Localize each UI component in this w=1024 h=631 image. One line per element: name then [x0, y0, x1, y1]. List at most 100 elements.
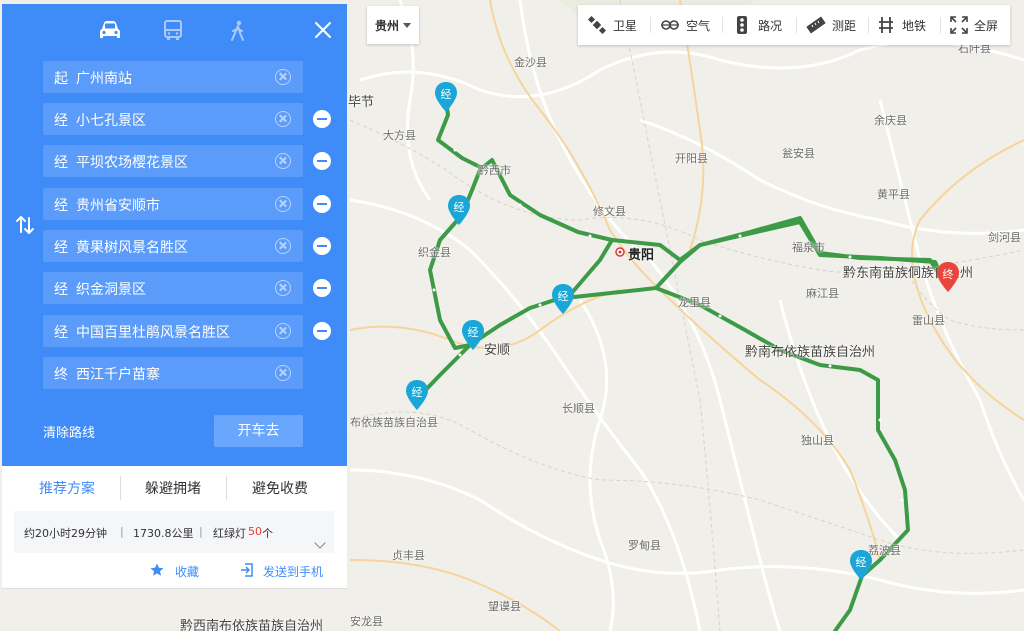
map-label: 黄平县 — [877, 188, 910, 201]
tab-avoid-congestion[interactable]: 躲避拥堵 — [145, 478, 201, 498]
route-options: 推荐方案 躲避拥堵 避免收费 约20小时29分钟 | 1730.8公里 | 红绿… — [2, 466, 347, 589]
remove-waypoint-button[interactable] — [313, 279, 331, 297]
traffic-light-icon — [737, 16, 747, 34]
via-marker[interactable]: 经 — [447, 195, 471, 227]
waypoint-start-field[interactable]: 起 广州南站 — [43, 61, 303, 93]
tab-avoid-tolls[interactable]: 避免收费 — [252, 478, 308, 498]
map-label: 罗甸县 — [628, 539, 661, 552]
air-icon — [661, 20, 679, 30]
route-panel: 起 广州南站 经 小七孔景区 经 平坝农场樱花景区 经 贵州省安顺市 经 黄果树… — [2, 4, 347, 466]
map-label: 瓮安县 — [782, 147, 815, 160]
map-label: 黔西南布依族苗族自治州 — [180, 619, 324, 631]
divider — [940, 17, 941, 33]
via-marker[interactable]: 经 — [849, 550, 873, 582]
waypoint-name: 广州南站 — [76, 71, 132, 87]
clear-icon[interactable] — [275, 238, 291, 254]
swap-icon — [16, 216, 34, 234]
waypoint-via-field[interactable]: 经 平坝农场樱花景区 — [43, 145, 303, 177]
capital-label: 贵阳 — [628, 248, 655, 263]
mode-bus[interactable] — [162, 20, 190, 46]
chevron-down-icon[interactable] — [314, 537, 326, 549]
waypoint-via-field[interactable]: 经 贵州省安顺市 — [43, 188, 303, 220]
clear-icon[interactable] — [275, 153, 291, 169]
traffic-lights-unit: 个 — [262, 527, 273, 540]
satellite-button[interactable]: 卫星 — [588, 5, 646, 45]
send-to-phone-label: 发送到手机 — [263, 565, 324, 579]
fullscreen-icon — [950, 16, 968, 34]
remove-waypoint-button[interactable] — [313, 152, 331, 170]
end-marker[interactable]: 终 — [936, 262, 960, 294]
measure-button[interactable]: 测距 — [806, 5, 864, 45]
divider — [120, 476, 121, 500]
route-summary[interactable]: 约20小时29分钟 | 1730.8公里 | 红绿灯 50 个 — [14, 511, 334, 553]
waypoint-via-field[interactable]: 经 小七孔景区 — [43, 103, 303, 135]
clear-icon[interactable] — [275, 69, 291, 85]
map-label: 雷山县 — [912, 314, 945, 327]
waypoint-name: 平坝农场樱花景区 — [76, 155, 188, 171]
remove-waypoint-button[interactable] — [313, 195, 331, 213]
divider — [796, 17, 797, 33]
clear-route-link[interactable]: 清除路线 — [43, 422, 95, 441]
mode-car[interactable] — [98, 20, 126, 46]
map-label: 余庆县 — [874, 114, 907, 127]
map-label: 布依族苗族自治县 — [350, 416, 438, 429]
divider — [868, 17, 869, 33]
bus-icon — [164, 20, 182, 40]
close-button[interactable] — [313, 20, 333, 40]
mode-walk[interactable] — [229, 20, 257, 46]
remove-waypoint-button[interactable] — [313, 322, 331, 340]
via-marker[interactable]: 经 — [405, 380, 429, 412]
clear-icon[interactable] — [275, 365, 291, 381]
air-quality-button[interactable]: 空气 — [660, 5, 718, 45]
separator: | — [199, 525, 203, 538]
clear-icon[interactable] — [275, 111, 291, 127]
clear-icon[interactable] — [275, 323, 291, 339]
city-selector[interactable]: 贵州 — [367, 6, 419, 44]
traffic-lights-label: 红绿灯 — [213, 527, 246, 540]
clear-icon[interactable] — [275, 280, 291, 296]
tool-label: 空气 — [686, 19, 711, 33]
send-to-phone-icon — [241, 563, 253, 577]
waypoint-via-field[interactable]: 经 中国百里杜鹃风景名胜区 — [43, 315, 303, 347]
map-label: 黔南布依族苗族自治州 — [745, 345, 876, 360]
marker-label: 经 — [440, 88, 452, 101]
start-driving-button[interactable]: 开车去 — [214, 415, 303, 447]
map-label: 安龙县 — [350, 615, 383, 628]
traffic-lights-count: 50 — [248, 525, 262, 538]
tab-recommended[interactable]: 推荐方案 — [39, 478, 95, 498]
map-toolbar: 卫星 空气 路况 测距 地铁 全屏 — [578, 5, 1010, 45]
via-marker[interactable]: 经 — [434, 82, 458, 114]
subway-icon — [879, 17, 893, 33]
map-label: 安顺 — [484, 343, 511, 358]
marker-label: 终 — [942, 268, 954, 281]
via-marker[interactable]: 经 — [551, 284, 575, 316]
fullscreen-button[interactable]: 全屏 — [950, 5, 1006, 45]
traffic-button[interactable]: 路况 — [734, 5, 792, 45]
waypoint-tag: 经 — [54, 155, 68, 171]
waypoint-name: 织金洞景区 — [76, 282, 146, 298]
separator: | — [120, 525, 124, 538]
map-label: 开阳县 — [675, 152, 708, 165]
waypoint-via-field[interactable]: 经 织金洞景区 — [43, 272, 303, 304]
remove-waypoint-button[interactable] — [313, 237, 331, 255]
marker-label: 经 — [855, 556, 867, 569]
waypoint-end-field[interactable]: 终 西江千户苗寨 — [43, 357, 303, 389]
divider — [226, 476, 227, 500]
clear-icon[interactable] — [275, 196, 291, 212]
subway-button[interactable]: 地铁 — [878, 5, 936, 45]
via-marker[interactable]: 经 — [461, 320, 485, 352]
map-label: 福泉市 — [792, 241, 825, 254]
swap-button[interactable] — [14, 214, 36, 236]
tool-label: 全屏 — [974, 19, 999, 33]
star-icon — [150, 563, 164, 576]
marker-label: 经 — [557, 290, 569, 303]
tool-label: 地铁 — [902, 19, 927, 33]
remove-waypoint-button[interactable] — [313, 110, 331, 128]
waypoint-via-field[interactable]: 经 黄果树风景名胜区 — [43, 230, 303, 262]
divider — [722, 17, 723, 33]
waypoint-name: 西江千户苗寨 — [76, 367, 160, 383]
waypoint-tag: 经 — [54, 198, 68, 214]
waypoint-tag: 经 — [54, 325, 68, 341]
favorite-label: 收藏 — [175, 565, 200, 579]
map-label: 黔西市 — [478, 164, 511, 177]
